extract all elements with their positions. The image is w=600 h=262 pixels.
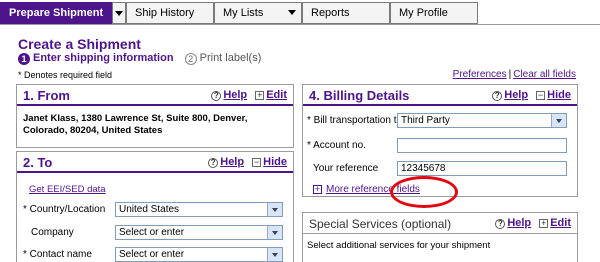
chevron-down-icon — [267, 226, 282, 239]
country-value: United States — [119, 204, 180, 215]
help-link[interactable]: Help — [507, 217, 531, 229]
company-value: Select or enter — [119, 227, 185, 238]
main-content: Create a Shipment 1 Enter shipping inform… — [0, 24, 600, 262]
step-label: Enter shipping information — [33, 52, 174, 64]
page-title: Create a Shipment — [18, 36, 141, 52]
contact-name-value: Select or enter — [119, 249, 185, 260]
help-icon[interactable]: ? — [492, 91, 503, 101]
tab-label: My Lists — [223, 7, 264, 19]
from-panel-header: 1. From ? Help + Edit — [17, 85, 293, 106]
sender-address: Janet Klass, 1380 Lawrence St, Suite 800… — [23, 113, 248, 136]
edit-link[interactable]: Edit — [550, 217, 571, 229]
to-panel-header: 2. To ? Help − Hide — [17, 152, 293, 173]
minus-box-icon[interactable]: − — [536, 91, 546, 100]
prepare-shipment-menu-button[interactable] — [112, 2, 126, 24]
top-links: Preferences | Clear all fields — [453, 69, 576, 80]
company-select[interactable]: Select or enter — [115, 225, 283, 240]
special-services-panel: Special Services (optional) ? Help + Edit … — [302, 212, 578, 262]
from-panel-tools: ? Help + Edit — [211, 89, 287, 101]
special-services-tools: ? Help + Edit — [495, 217, 571, 229]
company-label: Company — [31, 227, 74, 238]
chevron-down-icon — [551, 114, 566, 127]
step-print-labels: 2 Print label(s) — [184, 52, 262, 65]
progress-steps: 1 Enter shipping information 2 Print label… — [18, 52, 269, 65]
from-panel-title: 1. From — [23, 88, 70, 103]
clear-all-fields-link[interactable]: Clear all fields — [513, 69, 576, 80]
top-tab-bar: Prepare Shipment Ship History My Lists R… — [0, 0, 600, 26]
tab-label: Prepare Shipment — [9, 7, 104, 19]
tab-my-profile[interactable]: My Profile — [390, 2, 478, 24]
contact-name-select[interactable]: Select or enter — [115, 247, 283, 262]
tab-my-lists[interactable]: My Lists — [214, 2, 302, 24]
chevron-down-icon — [115, 11, 123, 16]
tab-reports[interactable]: Reports — [302, 2, 390, 24]
special-services-header: Special Services (optional) ? Help + Edit — [303, 213, 577, 234]
step-label: Print label(s) — [199, 52, 262, 64]
special-services-title: Special Services (optional) — [309, 217, 452, 231]
plus-box-icon[interactable]: + — [313, 185, 322, 194]
bill-transportation-label: * Bill transportation to — [307, 115, 403, 126]
to-panel: 2. To ? Help − Hide Get EEI/SED data * Cou… — [16, 151, 294, 262]
chevron-down-icon — [267, 203, 282, 216]
contact-name-label: * Contact name — [23, 249, 92, 260]
account-no-label: * Account no. — [307, 140, 366, 151]
help-icon[interactable]: ? — [495, 219, 506, 229]
hide-link[interactable]: Hide — [263, 156, 287, 168]
billing-panel-header: 4. Billing Details ? Help − Hide — [303, 85, 577, 106]
help-link[interactable]: Help — [220, 156, 244, 168]
step-enter-shipping-info: 1 Enter shipping information — [18, 52, 174, 65]
billing-panel-title: 4. Billing Details — [309, 88, 410, 103]
your-reference-label: Your reference — [313, 163, 379, 174]
link-separator: | — [508, 69, 512, 80]
help-icon[interactable]: ? — [211, 91, 222, 101]
chevron-down-icon — [288, 10, 296, 15]
from-panel: 1. From ? Help + Edit Janet Klass, 1380 La… — [16, 84, 294, 148]
get-eei-sed-data-link[interactable]: Get EEI/SED data — [29, 184, 106, 195]
plus-box-icon[interactable]: + — [255, 91, 265, 100]
preferences-link[interactable]: Preferences — [453, 69, 507, 80]
step-number: 1 — [18, 53, 30, 65]
tab-prepare-shipment[interactable]: Prepare Shipment — [0, 2, 113, 24]
required-note: * Denotes required field — [18, 70, 113, 80]
tab-label: My Profile — [399, 7, 448, 19]
chevron-down-icon — [267, 248, 282, 261]
help-icon[interactable]: ? — [208, 158, 219, 168]
plus-box-icon[interactable]: + — [539, 219, 549, 228]
tab-label: Ship History — [135, 7, 195, 19]
help-link[interactable]: Help — [504, 89, 528, 101]
help-link[interactable]: Help — [223, 89, 247, 101]
bill-transportation-value: Third Party — [401, 115, 450, 126]
to-panel-title: 2. To — [23, 155, 53, 170]
minus-box-icon[interactable]: − — [252, 158, 262, 167]
step-number: 2 — [184, 53, 197, 65]
highlight-oval — [390, 176, 458, 208]
country-select[interactable]: United States — [115, 202, 283, 217]
bill-transportation-select[interactable]: Third Party — [397, 113, 567, 128]
your-reference-input[interactable]: 12345678 — [397, 161, 567, 176]
special-services-note: Select additional services for your ship… — [307, 240, 491, 251]
tab-label: Reports — [311, 7, 350, 19]
country-label: * Country/Location — [23, 204, 106, 215]
edit-link[interactable]: Edit — [266, 89, 287, 101]
hide-link[interactable]: Hide — [547, 89, 571, 101]
to-panel-tools: ? Help − Hide — [208, 156, 287, 168]
tab-ship-history[interactable]: Ship History — [126, 2, 214, 24]
billing-panel-tools: ? Help − Hide — [492, 89, 571, 101]
account-no-input[interactable] — [397, 138, 567, 153]
